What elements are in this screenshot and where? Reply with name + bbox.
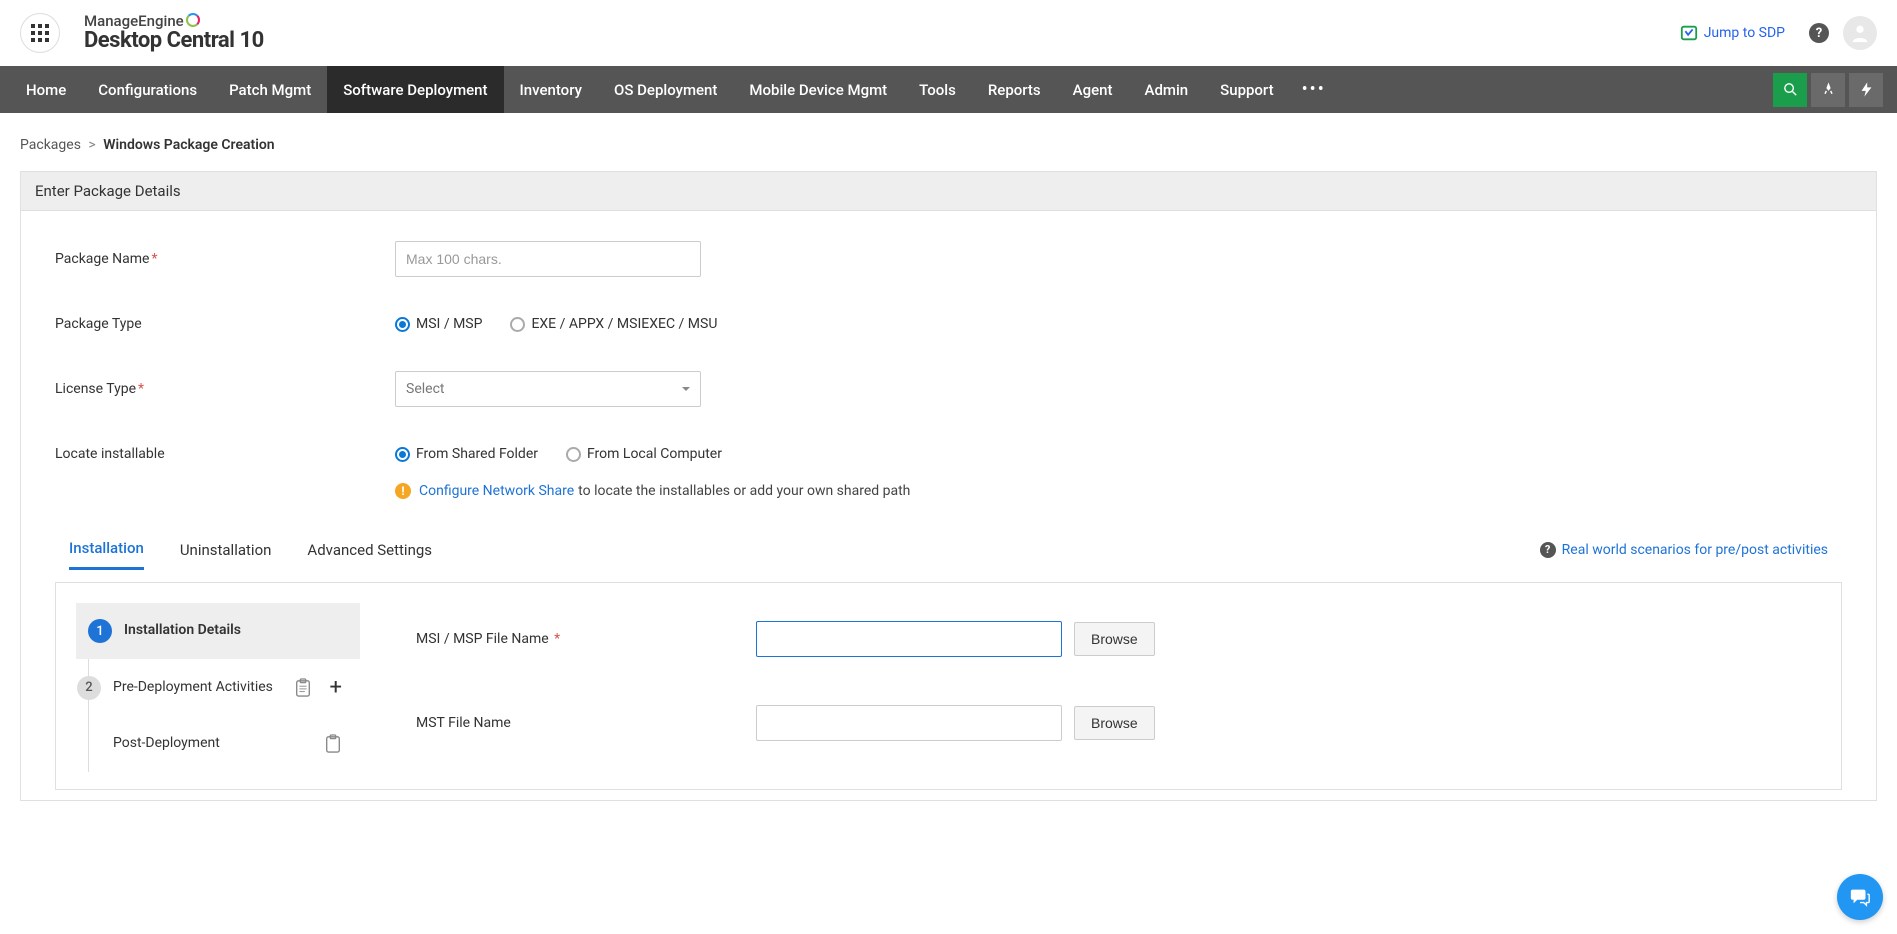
hint-text: to locate the installables or add your o…: [578, 483, 910, 499]
breadcrumb-current: Windows Package Creation: [103, 137, 274, 153]
locate-installable-label: Locate installable: [55, 446, 395, 462]
radio-unchecked-icon: [566, 447, 581, 462]
step-title: Post-Deployment: [113, 734, 324, 754]
chat-icon: [1849, 886, 1871, 908]
configure-network-share-link[interactable]: Configure Network Share: [419, 483, 574, 499]
logo-ring-icon: [186, 13, 200, 27]
chevron-down-icon: [682, 387, 690, 395]
msi-browse-button[interactable]: Browse: [1074, 622, 1155, 656]
tab-advanced-settings[interactable]: Advanced Settings: [307, 531, 432, 569]
nav-search-button[interactable]: [1773, 73, 1807, 107]
nav-agent[interactable]: Agent: [1057, 66, 1129, 113]
mst-file-label: MST File Name: [416, 715, 756, 731]
warning-icon: !: [395, 483, 411, 499]
scenarios-link-text: Real world scenarios for pre/post activi…: [1562, 542, 1828, 558]
radio-label: MSI / MSP: [416, 316, 482, 332]
nav-mdm[interactable]: Mobile Device Mgmt: [733, 66, 903, 113]
nav-reports[interactable]: Reports: [972, 66, 1057, 113]
tab-uninstallation[interactable]: Uninstallation: [180, 531, 272, 569]
package-type-msi-radio[interactable]: MSI / MSP: [395, 316, 482, 332]
package-name-label: Package Name*: [55, 251, 395, 267]
clipboard-icon: [294, 678, 312, 698]
rocket-icon: [1820, 81, 1837, 98]
package-details-panel: Enter Package Details Package Name* Pack…: [20, 171, 1877, 801]
step-number-2: 2: [77, 676, 101, 700]
license-type-label: License Type*: [55, 381, 395, 397]
nav-inventory[interactable]: Inventory: [504, 66, 598, 113]
nav-software-deployment[interactable]: Software Deployment: [327, 66, 503, 113]
network-share-hint: ! Configure Network Share to locate the …: [395, 483, 1842, 499]
radio-label: EXE / APPX / MSIEXEC / MSU: [531, 316, 717, 332]
locate-shared-radio[interactable]: From Shared Folder: [395, 446, 538, 462]
msi-file-label: MSI / MSP File Name *: [416, 631, 756, 647]
nav-more-button[interactable]: •••: [1290, 66, 1338, 113]
scenarios-help-link[interactable]: ? Real world scenarios for pre/post acti…: [1540, 542, 1828, 558]
install-tabs: Installation Uninstallation Advanced Set…: [55, 529, 1842, 570]
user-avatar[interactable]: [1843, 16, 1877, 50]
app-launcher-button[interactable]: [20, 13, 60, 53]
license-type-select[interactable]: Select: [395, 371, 701, 407]
clipboard-icon: [324, 734, 342, 754]
chat-fab[interactable]: [1837, 874, 1883, 920]
brand-line1: ManageEngine: [84, 12, 184, 30]
sdp-icon: [1680, 24, 1698, 42]
radio-unchecked-icon: [510, 317, 525, 332]
radio-checked-icon: [395, 317, 410, 332]
nav-configurations[interactable]: Configurations: [82, 66, 213, 113]
nav-quick-action-button[interactable]: [1849, 73, 1883, 107]
mst-browse-button[interactable]: Browse: [1074, 706, 1155, 740]
nav-support[interactable]: Support: [1204, 66, 1289, 113]
user-icon: [1849, 22, 1871, 44]
help-icon[interactable]: ?: [1809, 23, 1829, 43]
nav-tools[interactable]: Tools: [903, 66, 972, 113]
bolt-icon: [1858, 81, 1875, 98]
radio-label: From Local Computer: [587, 446, 722, 462]
search-icon: [1782, 81, 1799, 98]
nav-os-deployment[interactable]: OS Deployment: [598, 66, 733, 113]
main-nav: Home Configurations Patch Mgmt Software …: [0, 66, 1897, 113]
step-number-1: 1: [88, 619, 112, 643]
nav-home[interactable]: Home: [10, 66, 82, 113]
tab-installation[interactable]: Installation: [69, 529, 144, 570]
wizard-steps: 1 Installation Details 2 Pre-Deployment …: [76, 603, 360, 789]
step-title: Installation Details: [124, 621, 348, 641]
nav-notifications-button[interactable]: [1811, 73, 1845, 107]
nav-admin[interactable]: Admin: [1129, 66, 1205, 113]
top-header: ManageEngine Desktop Central 10 Jump to …: [0, 0, 1897, 66]
radio-checked-icon: [395, 447, 410, 462]
msi-file-input[interactable]: [756, 621, 1062, 657]
step-post-deployment[interactable]: 3 Post-Deployment: [88, 716, 360, 772]
question-icon: ?: [1540, 542, 1556, 558]
mst-file-input[interactable]: [756, 705, 1062, 741]
grid-icon: [31, 24, 49, 42]
step-title: Pre-Deployment Activities: [113, 678, 294, 698]
jump-link-text: Jump to SDP: [1704, 25, 1785, 41]
installation-wizard: 1 Installation Details 2 Pre-Deployment …: [55, 582, 1842, 790]
panel-title: Enter Package Details: [21, 172, 1876, 211]
step-pre-deployment[interactable]: 2 Pre-Deployment Activities +: [88, 659, 360, 716]
add-activity-button[interactable]: +: [330, 675, 342, 700]
breadcrumb: Packages > Windows Package Creation: [20, 137, 1877, 153]
wizard-form: MSI / MSP File Name * Browse MST File Na…: [360, 583, 1841, 789]
package-type-label: Package Type: [55, 316, 395, 332]
radio-label: From Shared Folder: [416, 446, 538, 462]
breadcrumb-parent[interactable]: Packages: [20, 137, 81, 153]
page-content: Packages > Windows Package Creation Ente…: [0, 113, 1897, 801]
locate-local-radio[interactable]: From Local Computer: [566, 446, 722, 462]
jump-to-sdp-link[interactable]: Jump to SDP: [1680, 24, 1785, 42]
brand-line2: Desktop Central 10: [84, 29, 264, 53]
package-type-exe-radio[interactable]: EXE / APPX / MSIEXEC / MSU: [510, 316, 717, 332]
product-logo: ManageEngine Desktop Central 10: [84, 13, 264, 54]
select-placeholder: Select: [406, 381, 444, 397]
package-name-input[interactable]: [395, 241, 701, 277]
nav-patch[interactable]: Patch Mgmt: [213, 66, 327, 113]
step-installation-details[interactable]: 1 Installation Details: [76, 603, 360, 659]
